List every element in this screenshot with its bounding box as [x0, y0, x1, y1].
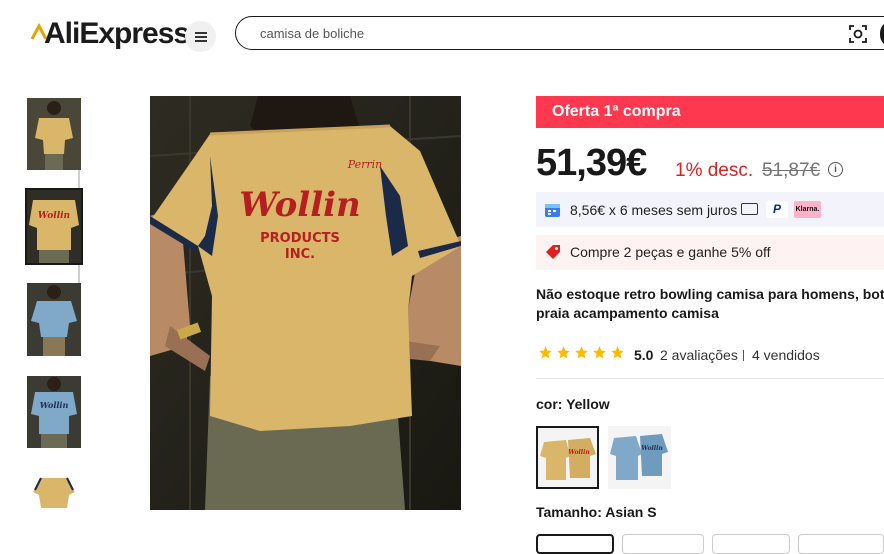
first-purchase-banner: Oferta 1ª compra: [536, 96, 884, 128]
svg-text:Wollin: Wollin: [38, 211, 70, 221]
size-option-2[interactable]: [622, 534, 704, 554]
divider: [743, 350, 744, 361]
menu-icon: [194, 30, 207, 44]
svg-text:Wollin: Wollin: [641, 445, 662, 452]
rating-score: 5.0: [634, 347, 654, 363]
reviews-link[interactable]: 2 avaliações: [660, 347, 738, 363]
thumbnail-5[interactable]: [27, 468, 81, 518]
coupon-text: Compre 2 peças e ganhe 5% off: [570, 244, 771, 260]
info-icon[interactable]: i: [828, 162, 843, 177]
size-option-4[interactable]: [798, 534, 884, 554]
product-title-line2: praia acampamento camisa: [536, 305, 719, 321]
discount-percent: 1% desc.: [675, 160, 754, 181]
search-input[interactable]: camisa de boliche: [260, 26, 364, 41]
color-option-yellow[interactable]: Wollin: [536, 426, 599, 489]
current-price: 51,39€: [536, 142, 647, 184]
installment-icon: [545, 204, 560, 217]
size-option-1[interactable]: [536, 534, 614, 554]
sold-count: 4 vendidos: [752, 347, 820, 363]
swatch-image: Wollin: [538, 428, 597, 487]
coupon-tag-icon: [546, 245, 560, 259]
thumbnail-1[interactable]: [27, 98, 81, 170]
product-photo: Wollin PRODUCTS INC. Perrin: [150, 96, 461, 510]
star-rating[interactable]: [538, 345, 625, 360]
thumbnail-3[interactable]: [27, 283, 81, 356]
size-option-3[interactable]: [712, 534, 790, 554]
thumbnail-image: Wollin: [27, 376, 81, 448]
original-price: 51,87€: [762, 160, 821, 181]
menu-button[interactable]: [185, 21, 216, 52]
section-divider: [536, 378, 884, 379]
installments-text: 8,56€ x 6 meses sem juros: [570, 202, 738, 218]
klarna-icon: Klarna.: [794, 201, 821, 218]
thumbnail-image: [27, 283, 81, 356]
star-icon: [539, 346, 552, 359]
camera-search-icon[interactable]: [848, 24, 868, 44]
thumbnail-4[interactable]: Wollin: [27, 376, 81, 448]
thumbnail-image: [27, 468, 81, 518]
thumbnail-2[interactable]: Wollin: [25, 188, 83, 265]
product-title-line1: Não estoque retro bowling camisa para ho…: [536, 286, 884, 302]
star-icon: [575, 346, 588, 359]
color-option-blue[interactable]: Wollin: [608, 426, 671, 489]
star-icon: [611, 346, 624, 359]
aliexpress-logo[interactable]: AliExpress: [30, 17, 190, 51]
svg-text:Wollin: Wollin: [40, 400, 69, 410]
svg-text:Wollin: Wollin: [568, 449, 589, 456]
paypal-icon: P: [766, 201, 788, 218]
logo-text: AliExpress: [44, 17, 190, 50]
thumbnail-image: [27, 98, 81, 170]
svg-text:PRODUCTS: PRODUCTS: [260, 231, 340, 246]
svg-text:INC.: INC.: [285, 247, 315, 262]
product-title: Não estoque retro bowling camisa para ho…: [536, 285, 884, 323]
main-product-image[interactable]: Wollin PRODUCTS INC. Perrin: [150, 96, 461, 510]
thumbnail-image: Wollin: [27, 190, 81, 263]
swatch-image: Wollin: [608, 426, 671, 489]
size-label: Tamanho: Asian S: [536, 504, 657, 520]
star-icon: [593, 346, 606, 359]
card-icon: [741, 203, 758, 215]
svg-text:Wollin: Wollin: [239, 185, 361, 225]
star-icon: [557, 346, 570, 359]
color-label: cor: Yellow: [536, 396, 610, 412]
svg-text:Perrin: Perrin: [347, 158, 383, 171]
